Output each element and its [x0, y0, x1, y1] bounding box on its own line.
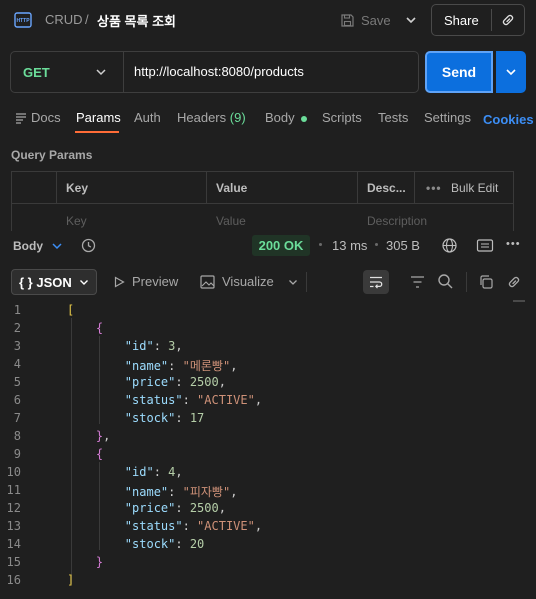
chevron-down-icon[interactable]: [50, 239, 64, 253]
cookies-link[interactable]: Cookies: [483, 112, 534, 127]
link-icon[interactable]: [500, 12, 516, 28]
visualize-label: Visualize: [222, 274, 274, 289]
code-line: 15 }: [6, 555, 104, 569]
search-icon[interactable]: [437, 273, 454, 290]
bulk-edit-button[interactable]: Bulk Edit: [451, 181, 498, 195]
column-header-value: Value: [216, 181, 248, 195]
query-params-title: Query Params: [11, 148, 93, 162]
preview-button[interactable]: Preview: [113, 274, 178, 289]
separator-dot: [319, 243, 322, 246]
tab-settings[interactable]: Settings: [424, 110, 471, 125]
divider: [123, 52, 124, 92]
status-badge: 200 OK: [252, 235, 310, 256]
active-tab-indicator: [75, 131, 119, 133]
column-header-description: Desc...: [367, 181, 406, 195]
save-response-icon[interactable]: [476, 238, 494, 253]
tab-body[interactable]: Body: [265, 110, 307, 125]
code-line: 5 "price": 2500,: [13, 375, 226, 389]
code-line: 2 {: [13, 321, 104, 335]
response-body-editor[interactable]: 1[ 2 { 3 "id": 3, 4 "name": "메론빵", 5 "pr…: [0, 302, 536, 599]
code-line: 14 "stock": 20: [6, 537, 205, 551]
docs-icon: [16, 113, 26, 124]
divider: [12, 203, 513, 204]
save-button[interactable]: Save: [340, 10, 391, 30]
share-label: Share: [444, 13, 479, 28]
divider: [306, 272, 307, 292]
response-body-label[interactable]: Body: [13, 239, 43, 253]
separator-dot: [375, 243, 378, 246]
code-line: 13 "status": "ACTIVE",: [6, 519, 263, 533]
svg-text:HTTP: HTTP: [16, 18, 30, 24]
url-bar: GET http://localhost:8080/products: [10, 51, 419, 93]
chevron-down-icon: [506, 69, 516, 76]
tab-auth[interactable]: Auth: [134, 110, 161, 125]
code-line: 4 "name": "메론빵",: [13, 357, 238, 373]
more-icon[interactable]: •••: [506, 238, 521, 250]
code-line: 6 "status": "ACTIVE",: [13, 393, 263, 407]
save-icon: [341, 13, 354, 27]
checkbox-column: [12, 172, 57, 203]
url-input[interactable]: http://localhost:8080/products: [134, 64, 304, 79]
save-label: Save: [361, 12, 391, 28]
divider: [466, 272, 467, 292]
response-time: 13 ms: [332, 238, 368, 253]
format-select[interactable]: { } JSON: [11, 269, 97, 295]
more-icon[interactable]: •••: [426, 181, 442, 195]
code-line: 12 "price": 2500,: [6, 501, 226, 515]
preview-label: Preview: [132, 274, 179, 289]
method-select[interactable]: GET: [23, 65, 50, 80]
response-size: 305 B: [386, 238, 420, 253]
request-title[interactable]: 상품 목록 조회: [97, 11, 176, 30]
tab-docs[interactable]: Docs: [31, 110, 61, 125]
code-line: 3 "id": 3,: [13, 339, 183, 353]
chevron-down-icon[interactable]: [93, 64, 109, 80]
code-line: 10 "id": 4,: [6, 465, 183, 479]
divider: [491, 9, 492, 31]
globe-icon[interactable]: [441, 237, 458, 254]
breadcrumb-separator: /: [85, 12, 89, 27]
image-icon: [200, 274, 215, 289]
scrollbar[interactable]: [513, 300, 525, 302]
tab-body-label: Body: [265, 110, 295, 125]
top-bar: HTTP CRUD / 상품 목록 조회 Save Share: [0, 0, 536, 40]
breadcrumb-collection[interactable]: CRUD: [45, 12, 83, 27]
code-line: 11 "name": "피자빵",: [6, 483, 238, 499]
code-line: 7 "stock": 17: [13, 411, 205, 425]
share-button[interactable]: Share: [431, 4, 525, 36]
column-header-key: Key: [66, 181, 89, 195]
chevron-down-icon[interactable]: [287, 276, 299, 288]
tab-scripts[interactable]: Scripts: [322, 110, 362, 125]
tab-params[interactable]: Params: [76, 110, 121, 125]
value-input[interactable]: Value: [216, 214, 246, 228]
key-input[interactable]: Key: [66, 214, 87, 228]
format-label: { } JSON: [19, 275, 72, 290]
send-options-button[interactable]: [496, 51, 526, 93]
headers-count: (9): [229, 110, 246, 125]
body-indicator-dot: [300, 115, 307, 122]
status-text: 200 OK: [258, 238, 304, 253]
play-icon: [114, 275, 125, 288]
chevron-down-icon[interactable]: [402, 11, 420, 29]
code-line: 16]: [6, 573, 75, 587]
tab-headers-label: Headers: [177, 110, 227, 125]
tab-tests[interactable]: Tests: [378, 110, 408, 125]
wrap-lines-button[interactable]: [363, 270, 389, 294]
link-icon[interactable]: [506, 274, 522, 290]
filter-icon[interactable]: [410, 275, 425, 289]
send-label: Send: [441, 64, 477, 80]
chevron-down-icon: [80, 280, 88, 285]
code-line: 9 {: [13, 447, 104, 461]
http-icon: HTTP: [14, 12, 32, 28]
send-button[interactable]: Send: [425, 51, 493, 93]
description-input[interactable]: Description: [367, 214, 427, 228]
wrap-lines-icon: [370, 276, 383, 289]
visualize-button[interactable]: Visualize: [200, 274, 274, 289]
tab-headers[interactable]: Headers (9): [177, 110, 246, 125]
copy-icon[interactable]: [478, 274, 494, 290]
code-line: 8 },: [13, 429, 111, 443]
query-params-table: Key Value Desc... ••• Bulk Edit Key Valu…: [11, 171, 514, 231]
code-line: 1[: [13, 303, 75, 317]
history-icon[interactable]: [80, 237, 97, 254]
